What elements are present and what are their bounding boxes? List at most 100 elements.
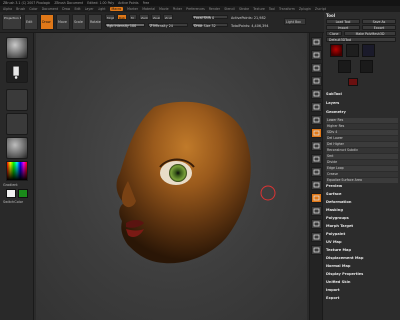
brush-thumbnail[interactable] [6,37,28,59]
tool-thumb-polymesh[interactable] [338,60,351,73]
tool-section-preview[interactable]: Preview [326,184,342,188]
tool-section-polypaint[interactable]: Polypaint [326,232,345,236]
move-button[interactable]: Move [56,14,70,30]
load-tool-button[interactable]: Load Tool [326,19,360,24]
scale-view-icon[interactable] [311,167,322,177]
make-polymesh-button[interactable]: Make PolyMesh3D [344,31,396,36]
menu-color[interactable]: Color [29,7,37,11]
tool-section-uv-map[interactable]: UV Map [326,240,342,244]
draw-size-slider[interactable]: Draw Size 32 [192,23,228,28]
rgb-intensity-slider[interactable]: Rgb Intensity 100 [105,23,145,28]
xpose-icon[interactable] [311,245,322,255]
menu-marker[interactable]: Marker [127,7,138,11]
tool-thumb-head[interactable] [330,44,343,57]
tool-section-divide[interactable]: Divide [326,160,398,165]
projection-master-button[interactable]: Projection Master [2,14,22,30]
tool-section-del-higher[interactable]: Del Higher [326,142,398,147]
menu-picker[interactable]: Picker [173,7,183,11]
mrgb-button[interactable]: Mrgb [105,14,115,20]
polyf-icon[interactable] [311,193,322,203]
tool-section-higher-res[interactable]: Higher Res [326,124,398,129]
zadd-button[interactable]: Zadd [139,14,149,20]
tool-thumb-simplebrush[interactable] [360,60,373,73]
frame-icon[interactable] [311,141,322,151]
menu-transform[interactable]: Transform [279,7,295,11]
solo-icon[interactable] [311,232,322,242]
move-view-icon[interactable] [311,154,322,164]
menu-brush[interactable]: Brush [16,7,25,11]
menu-draw[interactable]: Draw [62,7,70,11]
tool-section-lower-res[interactable]: Lower Res [326,118,398,123]
tool-section-morph-target[interactable]: Morph Target [326,224,353,228]
tool-thumb-small[interactable] [348,78,358,86]
save-as-button[interactable]: Save As [362,19,396,24]
m-button[interactable]: M [129,14,137,20]
light-box-button[interactable]: Light Box [284,18,306,25]
tool-section-surface[interactable]: Surface [326,192,341,196]
z-intensity-slider[interactable]: Z Intensity 24 [148,23,188,28]
tool-section-subtool[interactable]: SubTool [326,92,342,96]
tool-section-equalize-surface-area[interactable]: Equalize Surface Area [326,178,398,183]
tool-thumb-sphere[interactable] [346,44,359,57]
menu-preferences[interactable]: Preferences [186,7,205,11]
tool-section-unified-skin[interactable]: Unified Skin [326,280,350,284]
tool-section-crease[interactable]: Crease [326,172,398,177]
document-canvas[interactable] [36,33,307,320]
transp-icon[interactable] [311,206,322,216]
rotate-view-icon[interactable] [311,180,322,190]
export-button[interactable]: Export [362,25,396,30]
tool-section-normal-map[interactable]: Normal Map [326,264,350,268]
actual-size-icon[interactable] [311,63,322,73]
tool-section-displacement-map[interactable]: Displacement Map [326,256,363,260]
edit-button[interactable]: Edit [24,14,38,30]
tool-section-display-properties[interactable]: Display Properties [326,272,363,276]
alpha-thumbnail[interactable] [6,89,28,111]
menu-macro[interactable]: Macro [109,7,124,11]
ghost-icon[interactable] [311,219,322,229]
zoom-icon[interactable] [311,50,322,60]
tool-section-sdiv-4[interactable]: SDiv 4 [326,130,398,135]
floor-icon[interactable] [311,102,322,112]
tool-section-deformation[interactable]: Deformation [326,200,351,204]
stroke-thumbnail[interactable] [6,61,28,83]
menu-zplugin[interactable]: Zplugin [299,7,311,11]
tool-section-reconstruct-subdiv[interactable]: Reconstruct Subdiv [326,148,398,153]
tool-thumb-star[interactable] [362,44,375,57]
color-picker[interactable] [6,161,28,181]
scroll-icon[interactable] [311,37,322,47]
aahalf-icon[interactable] [311,76,322,86]
tool-section-layers[interactable]: Layers [326,101,339,105]
scale-button[interactable]: Scale [72,14,86,30]
tool-section-del-lower[interactable]: Del Lower [326,136,398,141]
menu-render[interactable]: Render [209,7,220,11]
tool-section-smt[interactable]: Smt [326,154,398,159]
menu-edit[interactable]: Edit [74,7,80,11]
menu-alpha[interactable]: Alpha [3,7,12,11]
tool-section-import[interactable]: Import [326,288,340,292]
clone-button[interactable]: Clone [326,31,342,36]
menu-texture[interactable]: Texture [253,7,265,11]
menu-material[interactable]: Material [142,7,155,11]
tool-section-edge-loop[interactable]: Edge Loop [326,166,398,171]
secondary-color-swatch[interactable] [18,189,28,198]
import-button[interactable]: Import [326,25,360,30]
tool-section-polygroups[interactable]: Polygroups [326,216,349,220]
texture-thumbnail[interactable] [6,113,28,135]
menu-tool[interactable]: Tool [269,7,275,11]
menu-zscript[interactable]: Zscript [315,7,326,11]
local-icon[interactable] [311,115,322,125]
persp-icon[interactable] [311,89,322,99]
xyz-icon[interactable] [311,128,322,138]
draw-button[interactable]: Draw [40,14,54,30]
menu-layer[interactable]: Layer [85,7,94,11]
menu-stroke[interactable]: Stroke [239,7,249,11]
zcut-button[interactable]: Zcut [163,14,173,20]
main-color-swatch[interactable] [6,189,16,198]
tool-section-masking[interactable]: Masking [326,208,343,212]
rgb-button[interactable]: Rgb [117,14,127,20]
tool-section-geometry[interactable]: Geometry [326,110,346,114]
tool-section-texture-map[interactable]: Texture Map [326,248,351,252]
menu-light[interactable]: Light [98,7,106,11]
menu-stencil[interactable]: Stencil [224,7,235,11]
tool-section-export[interactable]: Export [326,296,339,300]
